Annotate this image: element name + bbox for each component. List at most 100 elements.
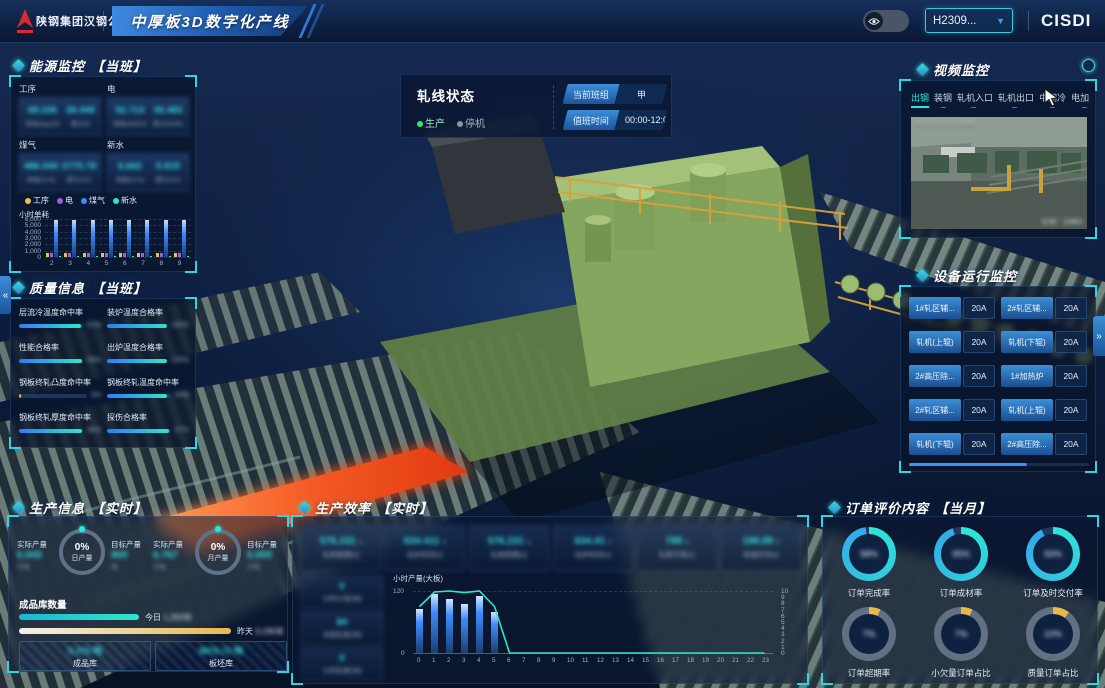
bar-工序 bbox=[101, 253, 104, 257]
visibility-toggle[interactable] bbox=[863, 10, 909, 32]
quality-item: 装炉温度合格率 100% bbox=[107, 307, 189, 329]
device-button[interactable]: 轧机(下辊) bbox=[1001, 331, 1053, 353]
quality-panel: 层流冷温度命中率 97% 装炉温度合格率 100% 性能合格率 99% 出炉温度… bbox=[10, 298, 196, 448]
bar-工序 bbox=[64, 253, 67, 257]
order-kpi: 98% 订单完成率 bbox=[823, 527, 915, 599]
tab-cam-1[interactable]: 装钢 bbox=[934, 91, 952, 108]
device-scrollbar-thumb[interactable] bbox=[909, 463, 1027, 466]
side-stat-card: 0 小时轧制(块) bbox=[301, 647, 383, 681]
line-select-dropdown[interactable]: H2309... ▼ bbox=[925, 8, 1013, 33]
bar-煤气 bbox=[72, 220, 76, 257]
x-tick: 7 bbox=[141, 260, 145, 267]
device-cell: 轧机(上辊) 20A bbox=[909, 331, 995, 353]
header-divider bbox=[1028, 11, 1029, 31]
order-kpi: 93% 订单及时交付率 bbox=[1007, 527, 1099, 599]
device-button[interactable]: 轧机(下辊) bbox=[909, 433, 961, 455]
quality-item: 层流冷温度命中率 97% bbox=[19, 307, 101, 329]
quality-item: 钢板终轧厚度命中率 98% bbox=[19, 412, 101, 434]
metric-card: 634.41 s 在炉时间(s) bbox=[553, 525, 633, 571]
bar-新水 bbox=[114, 256, 116, 257]
device-button[interactable]: 1#轧区辅... bbox=[909, 297, 961, 319]
device-value: 20A bbox=[963, 331, 995, 353]
panel-diamond-icon bbox=[916, 269, 929, 282]
order-kpi: 7% 小欠量订单占比 bbox=[915, 607, 1007, 679]
device-value: 20A bbox=[1055, 297, 1087, 319]
orders-panel: 98% 订单完成率 95% 订单成材率 93% 订单及时交付率 7% 订单超期率… bbox=[822, 516, 1098, 684]
bar-煤气 bbox=[182, 220, 186, 257]
energy-card-water: 新水 6.662单耗(m³/t) 0.915累计(m³) bbox=[107, 139, 189, 189]
tab-cam-4[interactable]: 中间冷 bbox=[1039, 91, 1066, 108]
device-button[interactable]: 轧机(上辊) bbox=[909, 331, 961, 353]
gridline bbox=[45, 232, 191, 233]
bar-煤气 bbox=[54, 220, 58, 257]
top-header: 陕钢集团汉钢公司 中厚板3D数字化产线 H2309... ▼ CISDI bbox=[0, 0, 1105, 43]
gridline bbox=[45, 251, 191, 252]
hour-line-series bbox=[393, 585, 801, 679]
line-status-panel: 轧线状态 生产 停机 当前班组 甲 值班时间 00:00-12:00 bbox=[400, 74, 672, 138]
line-status-title: 轧线状态 bbox=[417, 85, 485, 105]
day-actual: 实际产量 0.045 万吨 bbox=[17, 539, 57, 571]
x-tick: 8 bbox=[160, 260, 164, 267]
shift-team-badge: 当前班组 甲 bbox=[563, 84, 668, 104]
device-cell: 轧机(下辊) 20A bbox=[1001, 331, 1087, 353]
efficiency-panel-title: 生产效率 【实时】 bbox=[300, 498, 433, 517]
yesterday-inventory-text: 昨天 3,195块 bbox=[237, 626, 283, 637]
company-logo-icon bbox=[13, 8, 37, 34]
device-cell: 2#轧区辅... 20A bbox=[909, 399, 995, 421]
device-cell: 1#轧区辅... 20A bbox=[909, 297, 995, 319]
finished-store-card: 0.476 吨 成品库 bbox=[19, 641, 151, 671]
x-tick: 4 bbox=[87, 260, 91, 267]
day-target: 目标产量 900 吨 bbox=[111, 539, 149, 571]
device-value: 20A bbox=[963, 365, 995, 387]
gridline bbox=[45, 244, 191, 245]
device-button[interactable]: 2#高压除... bbox=[909, 365, 961, 387]
bar-电 bbox=[87, 253, 90, 257]
tab-cam-3[interactable]: 轧机出口 bbox=[998, 91, 1034, 108]
order-kpi: 10% 质量订单占比 bbox=[1007, 607, 1099, 679]
month-actual: 实际产量 0.767 万吨 bbox=[153, 539, 193, 571]
panel-refresh-icon[interactable] bbox=[1082, 59, 1095, 72]
tab-cam-0[interactable]: 出钢 bbox=[911, 91, 929, 108]
efficiency-panel: 576.231 s 轧制周期(s) 634.411 s 在炉时间(s) 576.… bbox=[292, 516, 808, 684]
device-value: 20A bbox=[963, 433, 995, 455]
device-button[interactable]: 1#加热炉 bbox=[1001, 365, 1053, 387]
quality-item: 性能合格率 99% bbox=[19, 342, 101, 364]
bar-煤气 bbox=[164, 220, 168, 257]
gridline bbox=[45, 225, 191, 226]
tab-cam-5[interactable]: 电加热 bbox=[1071, 91, 1089, 108]
bar-工序 bbox=[156, 253, 159, 257]
device-scrollbar[interactable] bbox=[909, 463, 1089, 466]
tab-cam-2[interactable]: 轧机入口 bbox=[957, 91, 993, 108]
quality-panel-title: 质量信息 【当班】 bbox=[14, 278, 147, 297]
month-production-ring: 0% 月产量 bbox=[195, 529, 241, 575]
device-cell: 轧机(下辊) 20A bbox=[909, 433, 995, 455]
quality-item: 探伤合格率 97% bbox=[107, 412, 189, 434]
page-title: 中厚板3D数字化产线 bbox=[130, 11, 289, 32]
cctv-video-feed[interactable]: 2023-09-21 11:28:46 轧钢厂-出钢位 bbox=[911, 117, 1087, 229]
device-button[interactable]: 2#轧区辅... bbox=[909, 399, 961, 421]
collapse-left-tab[interactable]: « bbox=[0, 276, 11, 314]
device-button[interactable]: 2#高压除... bbox=[1001, 433, 1053, 455]
device-button[interactable]: 2#轧区辅... bbox=[1001, 297, 1053, 319]
bar-电 bbox=[105, 253, 108, 257]
x-tick: 9 bbox=[178, 260, 182, 267]
devices-panel-title: 设备运行监控 bbox=[918, 266, 1017, 285]
panel-diamond-icon bbox=[916, 63, 929, 76]
camera-location-label: 轧钢厂-出钢位 bbox=[1042, 216, 1083, 226]
bar-新水 bbox=[77, 256, 79, 257]
gridline bbox=[45, 219, 191, 220]
line-status-legend: 生产 停机 bbox=[417, 115, 485, 130]
quality-item: 钢板终轧温度命中率 93% bbox=[107, 377, 189, 399]
today-inventory-text: 今日 1,283块 bbox=[145, 612, 191, 623]
device-cell: 2#高压除... 20A bbox=[909, 365, 995, 387]
duty-time-badge: 值班时间 00:00-12:00 bbox=[563, 110, 668, 130]
today-inventory-bar bbox=[19, 614, 139, 620]
bar-电 bbox=[123, 253, 126, 257]
orders-panel-title: 订单评价内容 【当月】 bbox=[830, 498, 991, 517]
eye-icon bbox=[865, 12, 883, 30]
device-value: 20A bbox=[1055, 331, 1087, 353]
device-button[interactable]: 轧机(上辊) bbox=[1001, 399, 1053, 421]
collapse-right-tab[interactable]: » bbox=[1093, 316, 1105, 356]
bar-电 bbox=[178, 253, 181, 257]
energy-panel: 工序 68.226单耗(kgce/t) 39.449累计(t) 电 52.713… bbox=[10, 76, 196, 272]
